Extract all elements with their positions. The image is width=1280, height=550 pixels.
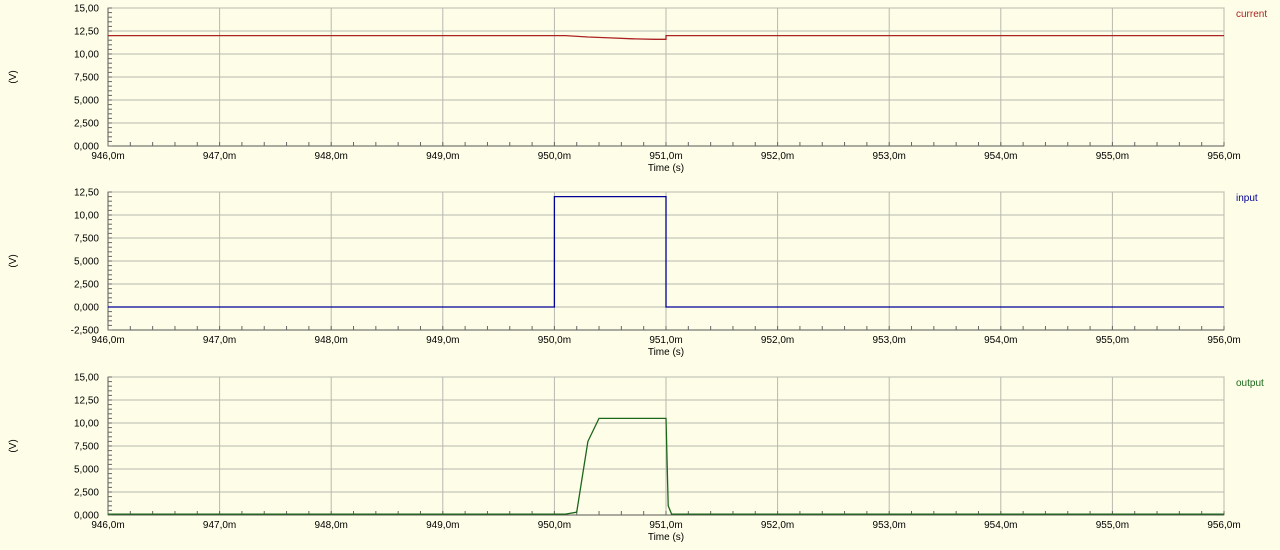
y-tick-label: 7,500 [74, 73, 99, 84]
x-tick-label: 947,0m [203, 520, 236, 531]
x-tick-label: 948,0m [315, 520, 348, 531]
y-tick-label: 2,500 [74, 488, 99, 499]
x-tick-label: 951,0m [649, 335, 682, 346]
x-tick-label: 949,0m [426, 520, 459, 531]
x-tick-label: 956,0m [1207, 520, 1240, 531]
x-tick-label: 955,0m [1096, 335, 1129, 346]
x-axis-title: Time (s) [648, 163, 684, 174]
x-tick-label: 955,0m [1096, 520, 1129, 531]
y-axis-title: (V) [8, 439, 19, 452]
x-tick-label: 952,0m [761, 335, 794, 346]
x-tick-label: 946,0m [91, 335, 124, 346]
x-tick-label: 950,0m [538, 151, 571, 162]
x-tick-label: 946,0m [91, 151, 124, 162]
chart-background [0, 0, 1280, 550]
x-tick-label: 953,0m [873, 151, 906, 162]
waveform-viewer: 0,000 2,500 5,000 7,500 10,00 12,50 15,00 946,0… [0, 0, 1280, 550]
x-tick-label: 949,0m [426, 335, 459, 346]
x-tick-label: 956,0m [1207, 151, 1240, 162]
y-tick-label: 10,00 [74, 211, 99, 222]
y-tick-label: 7,500 [74, 442, 99, 453]
x-axis-title: Time (s) [648, 532, 684, 543]
x-tick-label: 951,0m [649, 151, 682, 162]
x-tick-label: 946,0m [91, 520, 124, 531]
y-tick-label: 5,000 [74, 465, 99, 476]
y-tick-label: 12,50 [74, 27, 99, 38]
y-tick-label: 15,00 [74, 4, 99, 15]
y-tick-label: 10,00 [74, 419, 99, 430]
x-tick-label: 953,0m [873, 520, 906, 531]
x-tick-label: 947,0m [203, 151, 236, 162]
x-tick-label: 954,0m [984, 335, 1017, 346]
y-tick-label: 2,500 [74, 280, 99, 291]
x-tick-label: 953,0m [873, 335, 906, 346]
x-tick-label: 949,0m [426, 151, 459, 162]
y-axis-title: (V) [8, 254, 19, 267]
y-tick-label: 7,500 [74, 234, 99, 245]
y-tick-label: 12,50 [74, 396, 99, 407]
x-tick-label: 955,0m [1096, 151, 1129, 162]
y-tick-label: 10,00 [74, 50, 99, 61]
x-tick-label: 950,0m [538, 335, 571, 346]
x-tick-label: 948,0m [315, 335, 348, 346]
y-tick-label: 12,50 [74, 188, 99, 199]
x-tick-label: 954,0m [984, 520, 1017, 531]
legend-label-output: output [1236, 378, 1264, 389]
x-tick-label: 952,0m [761, 520, 794, 531]
legend-label-input: input [1236, 193, 1258, 204]
y-tick-label: 5,000 [74, 257, 99, 268]
legend-label-current: current [1236, 9, 1267, 20]
y-tick-label: 0,000 [74, 303, 99, 314]
y-tick-label: 15,00 [74, 373, 99, 384]
x-axis-title: Time (s) [648, 347, 684, 358]
x-tick-label: 951,0m [649, 520, 682, 531]
x-tick-label: 950,0m [538, 520, 571, 531]
x-tick-label: 952,0m [761, 151, 794, 162]
x-tick-label: 956,0m [1207, 335, 1240, 346]
x-tick-label: 947,0m [203, 335, 236, 346]
y-tick-label: 5,000 [74, 96, 99, 107]
x-tick-label: 948,0m [315, 151, 348, 162]
waveform-charts: 0,000 2,500 5,000 7,500 10,00 12,50 15,00 946,0… [0, 0, 1280, 550]
y-tick-label: 2,500 [74, 119, 99, 130]
x-tick-label: 954,0m [984, 151, 1017, 162]
y-axis-title: (V) [8, 70, 19, 83]
